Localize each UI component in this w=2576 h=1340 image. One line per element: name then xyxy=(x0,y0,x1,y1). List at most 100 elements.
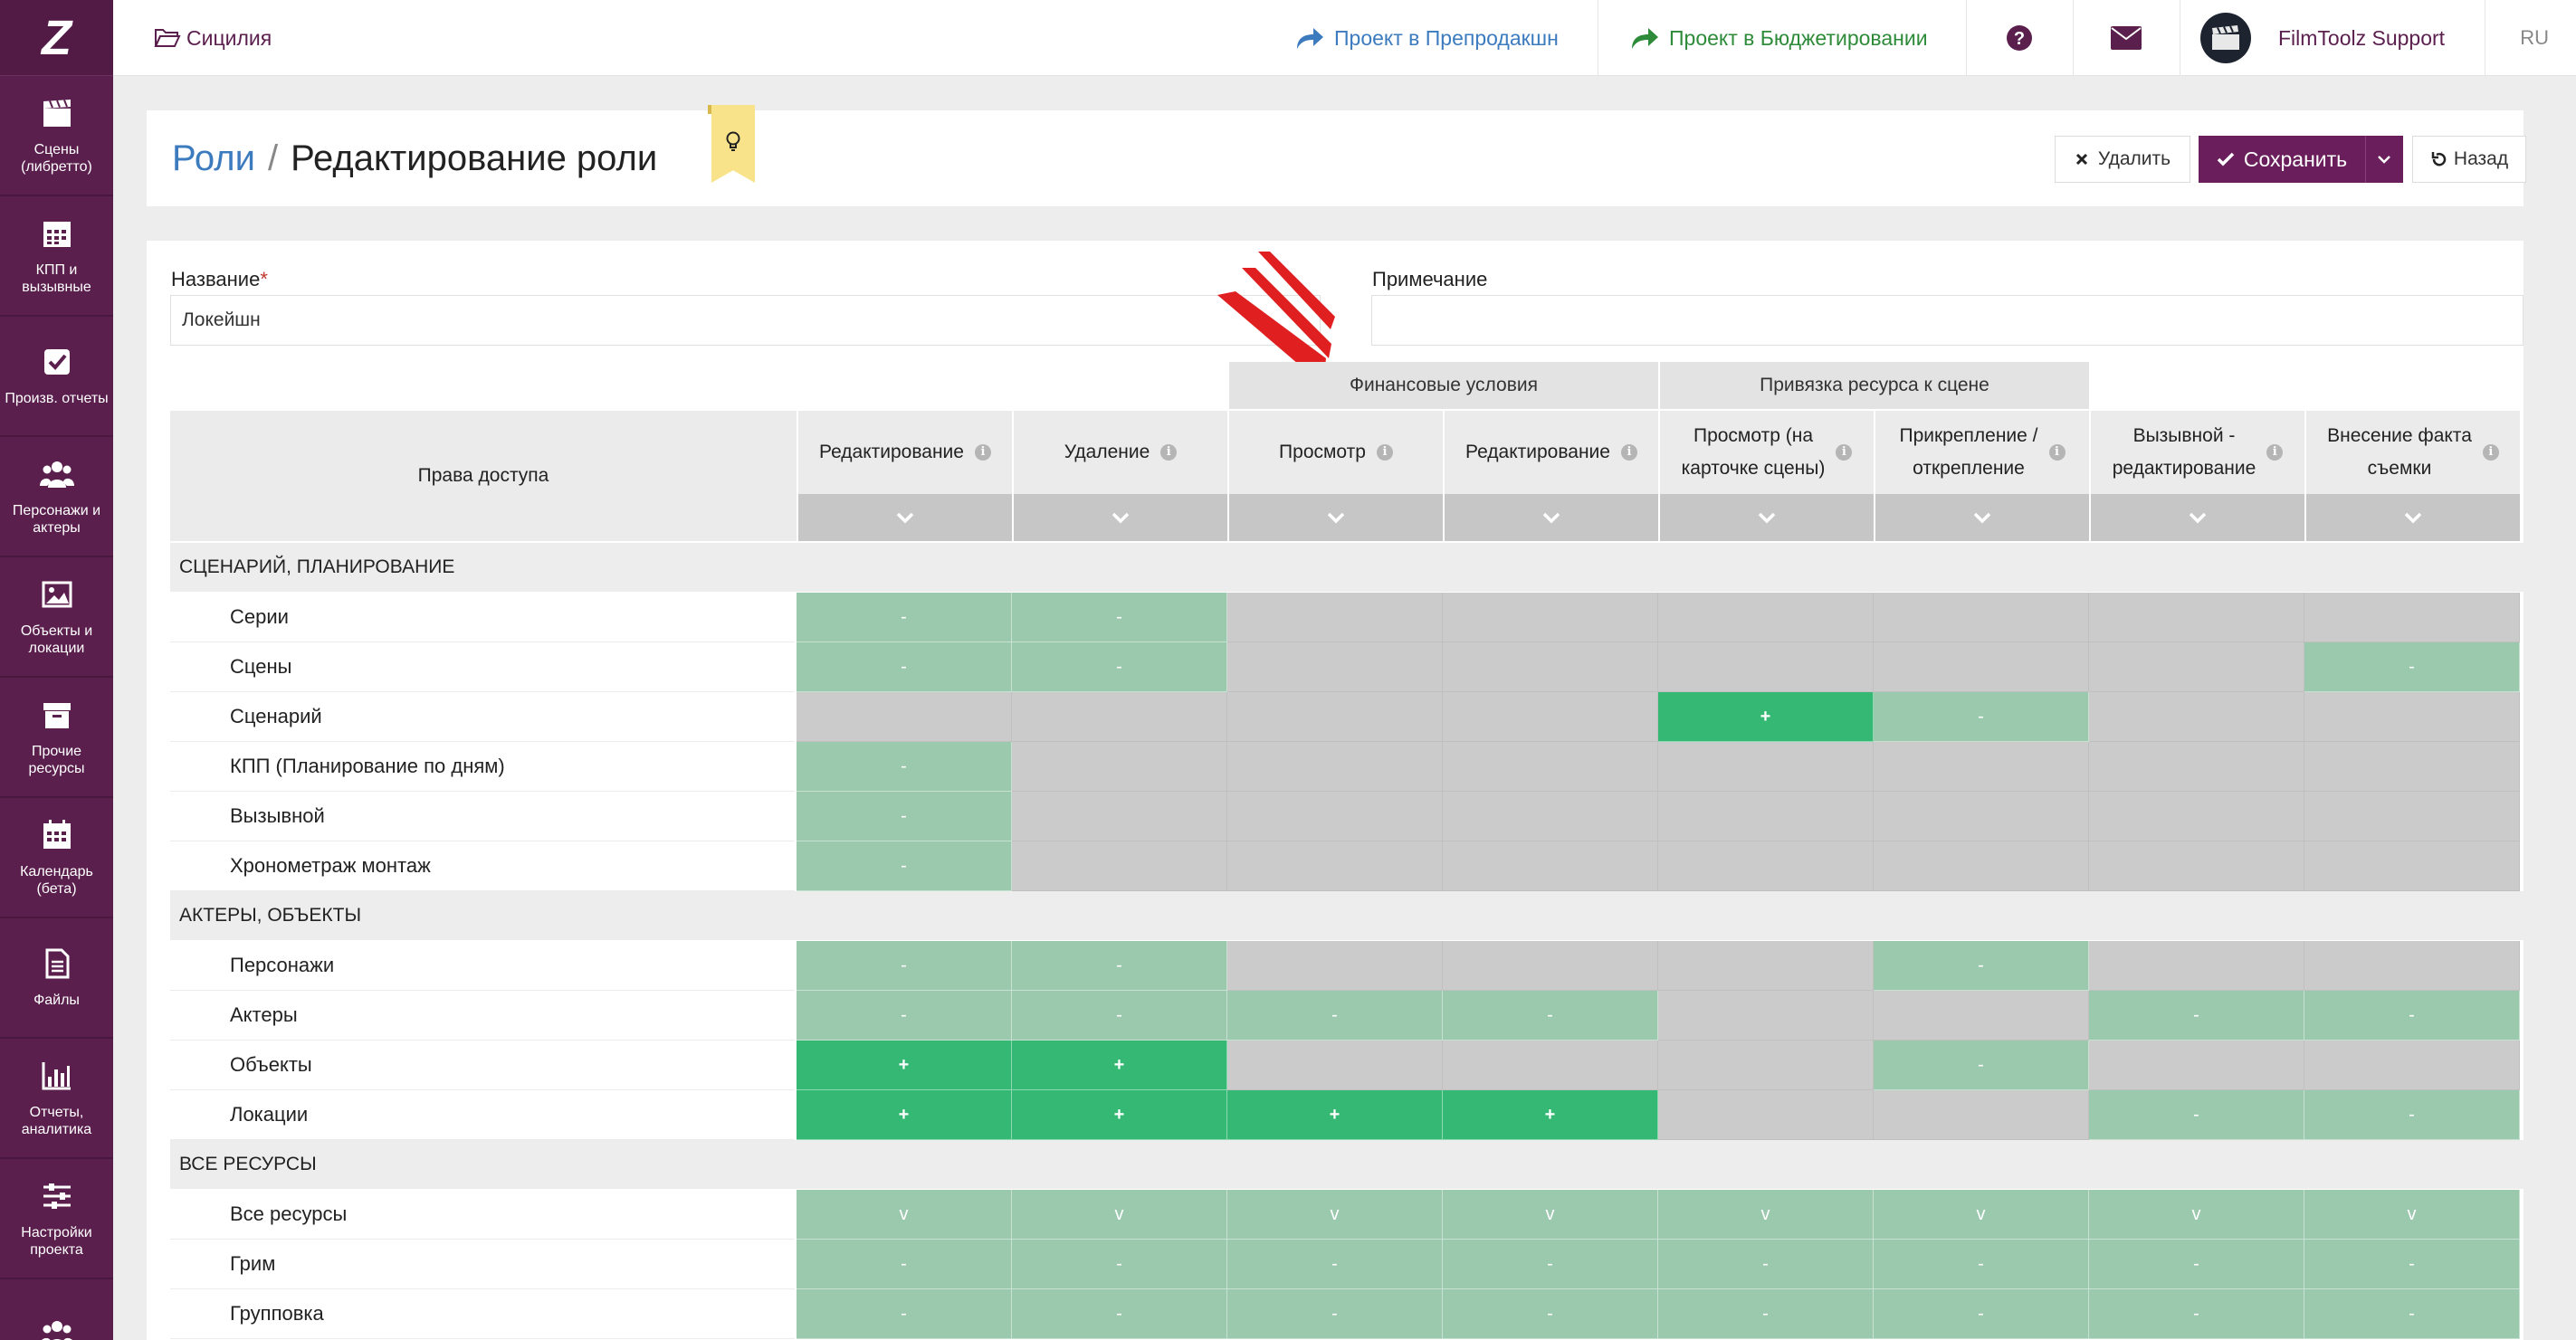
permission-cell[interactable]: - xyxy=(2089,1240,2304,1289)
column-bulk-toggle[interactable] xyxy=(1227,494,1443,541)
link-budget[interactable]: Проект в Бюджетировании xyxy=(1629,0,1928,76)
permission-cell[interactable] xyxy=(1227,593,1443,642)
permission-cell[interactable] xyxy=(1443,642,1658,692)
permission-cell[interactable]: - xyxy=(1874,941,2089,991)
name-field[interactable]: Локейшн xyxy=(170,295,1321,346)
permission-cell[interactable]: - xyxy=(2089,1090,2304,1140)
permission-cell[interactable] xyxy=(1227,941,1443,991)
permission-cell[interactable] xyxy=(1443,841,1658,891)
permission-cell[interactable] xyxy=(797,692,1012,742)
permission-cell[interactable] xyxy=(1227,742,1443,792)
permission-cell[interactable]: - xyxy=(1012,991,1227,1041)
permission-cell[interactable] xyxy=(1658,1090,1874,1140)
back-button[interactable]: Назад xyxy=(2412,136,2526,183)
app-logo[interactable]: Z xyxy=(0,0,113,76)
permission-cell[interactable]: - xyxy=(1658,1240,1874,1289)
column-bulk-toggle[interactable] xyxy=(1443,494,1658,541)
permission-cell[interactable]: - xyxy=(1012,1240,1227,1289)
sidebar-item-6[interactable]: Прочие ресурсы xyxy=(0,678,113,798)
permission-cell[interactable]: - xyxy=(1012,642,1227,692)
permission-cell[interactable] xyxy=(1012,742,1227,792)
permission-cell[interactable]: + xyxy=(1012,1090,1227,1140)
column-bulk-toggle[interactable] xyxy=(2304,494,2520,541)
permission-cell[interactable] xyxy=(1658,1041,1874,1090)
permission-cell[interactable] xyxy=(1874,742,2089,792)
permission-cell[interactable] xyxy=(2089,593,2304,642)
permission-cell[interactable] xyxy=(1443,1041,1658,1090)
permission-cell[interactable] xyxy=(1227,692,1443,742)
sidebar-item-10[interactable]: Настройки проекта xyxy=(0,1159,113,1279)
permission-cell[interactable] xyxy=(1012,692,1227,742)
permission-cell[interactable] xyxy=(2089,692,2304,742)
permission-cell[interactable]: - xyxy=(1874,1041,2089,1090)
sidebar-item-2[interactable]: КПП и вызывные xyxy=(0,196,113,317)
permission-cell[interactable]: - xyxy=(1658,1289,1874,1339)
permission-cell[interactable]: - xyxy=(1012,941,1227,991)
permission-cell[interactable]: - xyxy=(1874,1289,2089,1339)
language-switch[interactable]: RU xyxy=(2520,0,2549,76)
permission-cell[interactable]: - xyxy=(797,1240,1012,1289)
permission-cell[interactable] xyxy=(1658,841,1874,891)
permission-cell[interactable] xyxy=(1443,742,1658,792)
permission-cell[interactable] xyxy=(1443,792,1658,841)
permission-cell[interactable] xyxy=(1658,991,1874,1041)
permission-cell[interactable] xyxy=(1874,642,2089,692)
permission-cell[interactable]: + xyxy=(1443,1090,1658,1140)
column-bulk-toggle[interactable] xyxy=(1012,494,1227,541)
permission-cell[interactable] xyxy=(1874,593,2089,642)
permission-cell[interactable] xyxy=(1227,841,1443,891)
permission-cell[interactable]: - xyxy=(1443,1289,1658,1339)
link-preproduction[interactable]: Проект в Препродакшн xyxy=(1294,0,1559,76)
permission-cell[interactable]: + xyxy=(797,1090,1012,1140)
note-field[interactable] xyxy=(1371,295,2524,346)
permission-cell[interactable] xyxy=(2304,742,2520,792)
permission-cell[interactable]: - xyxy=(1012,593,1227,642)
permission-cell[interactable]: - xyxy=(2089,991,2304,1041)
permission-cell[interactable]: - xyxy=(2304,642,2520,692)
permission-cell[interactable] xyxy=(1443,941,1658,991)
info-icon[interactable]: i xyxy=(974,444,991,461)
breadcrumb-roles-link[interactable]: Роли xyxy=(172,138,255,179)
permission-cell[interactable]: - xyxy=(1874,1240,2089,1289)
delete-button[interactable]: Удалить xyxy=(2055,136,2190,183)
permission-cell[interactable] xyxy=(2304,941,2520,991)
permission-cell[interactable]: v xyxy=(1227,1190,1443,1240)
permission-cell[interactable] xyxy=(2304,792,2520,841)
permission-cell[interactable]: - xyxy=(2304,1289,2520,1339)
help-button[interactable]: ? xyxy=(1966,0,2073,76)
permission-cell[interactable]: - xyxy=(797,792,1012,841)
permission-cell[interactable] xyxy=(2304,593,2520,642)
info-icon[interactable]: i xyxy=(1836,444,1853,461)
permission-cell[interactable]: - xyxy=(1227,1240,1443,1289)
column-bulk-toggle[interactable] xyxy=(797,494,1012,541)
permission-cell[interactable] xyxy=(1874,792,2089,841)
permission-cell[interactable]: - xyxy=(1227,991,1443,1041)
permission-cell[interactable] xyxy=(1443,692,1658,742)
permission-cell[interactable]: - xyxy=(797,841,1012,891)
permission-cell[interactable] xyxy=(2089,941,2304,991)
permission-cell[interactable] xyxy=(1658,642,1874,692)
permission-cell[interactable]: + xyxy=(797,1041,1012,1090)
info-icon[interactable]: i xyxy=(2482,444,2499,461)
permission-cell[interactable]: - xyxy=(2304,1240,2520,1289)
permission-cell[interactable]: - xyxy=(1443,1240,1658,1289)
permission-cell[interactable] xyxy=(1658,792,1874,841)
info-icon[interactable]: i xyxy=(2048,444,2066,461)
sidebar-item-4[interactable]: Персонажи и актеры xyxy=(0,437,113,557)
permission-cell[interactable] xyxy=(1227,642,1443,692)
permission-cell[interactable] xyxy=(1012,792,1227,841)
permission-cell[interactable]: - xyxy=(797,941,1012,991)
permission-cell[interactable] xyxy=(2304,841,2520,891)
permission-cell[interactable]: v xyxy=(1012,1190,1227,1240)
permission-cell[interactable]: v xyxy=(1443,1190,1658,1240)
info-icon[interactable]: i xyxy=(2266,444,2284,461)
permission-cell[interactable] xyxy=(1874,991,2089,1041)
permission-cell[interactable]: v xyxy=(1658,1190,1874,1240)
sidebar-item-1[interactable]: Сцены (либретто) xyxy=(0,76,113,196)
permission-cell[interactable]: - xyxy=(1227,1289,1443,1339)
permission-cell[interactable]: v xyxy=(797,1190,1012,1240)
permission-cell[interactable] xyxy=(2304,1041,2520,1090)
permission-cell[interactable] xyxy=(1227,792,1443,841)
permission-cell[interactable] xyxy=(1227,1041,1443,1090)
sidebar-item-11[interactable] xyxy=(0,1279,113,1340)
